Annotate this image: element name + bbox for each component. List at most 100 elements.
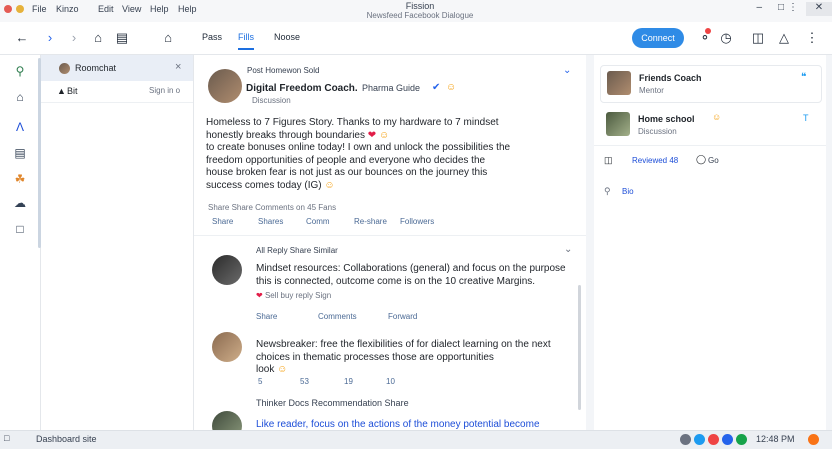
- folder-icon[interactable]: ▤: [114, 30, 130, 46]
- row-meta: Sign in o: [149, 86, 181, 95]
- post-action-reshare[interactable]: Re-share: [354, 217, 387, 226]
- emoji-icon: ☺: [712, 112, 722, 122]
- comment2-action-1[interactable]: 5: [258, 377, 262, 386]
- bio-link[interactable]: Bio: [622, 187, 634, 196]
- tab-fills[interactable]: Fills: [238, 32, 254, 50]
- feed-scrollbar[interactable]: [578, 285, 581, 410]
- post-author-avatar[interactable]: [208, 69, 242, 103]
- row-label: Bit: [67, 86, 78, 96]
- peak-icon[interactable]: Λ: [12, 119, 28, 135]
- settings-tray-icon[interactable]: [680, 434, 691, 445]
- status-text: Dashboard site: [36, 434, 97, 444]
- alert-icon[interactable]: △: [776, 30, 792, 46]
- window-title-sub: Newsfeed Facebook Dialogue: [366, 11, 474, 20]
- comment2-action-4[interactable]: 10: [386, 377, 395, 386]
- menu-help-2[interactable]: Help: [178, 4, 197, 14]
- comment2-action-3[interactable]: 19: [344, 377, 353, 386]
- comment1-action-forward[interactable]: Forward: [388, 312, 417, 321]
- menu-view[interactable]: View: [122, 4, 141, 14]
- chat-header[interactable]: Roomchat ×: [41, 55, 193, 81]
- toolbar: ← › › ⌂ ▤ ⌂ Pass Fills Noose Connect ⚬ ◷…: [0, 22, 832, 55]
- maximize-icon[interactable]: □: [778, 2, 784, 13]
- clock-text: 12:48 PM: [756, 434, 795, 444]
- mail-tray-icon[interactable]: [722, 434, 733, 445]
- divider: [594, 145, 826, 146]
- contact-card[interactable]: Friends Coach Mentor ❝: [600, 65, 822, 103]
- network-tray-icon[interactable]: [694, 434, 705, 445]
- minimize-icon[interactable]: –: [756, 2, 762, 13]
- comment3-header: Thinker Docs Recommendation Share: [256, 398, 409, 408]
- post-line: honestly breaks through boundaries ❤ ☺: [206, 129, 390, 141]
- tab-pass[interactable]: Pass: [202, 32, 222, 42]
- post-line: to create bonuses online today! I own an…: [206, 142, 511, 153]
- post-time: Discussion: [252, 96, 291, 105]
- tab-noose[interactable]: Noose: [274, 32, 300, 42]
- app-tray-icon[interactable]: [708, 434, 719, 445]
- verified-icon: ✔: [432, 82, 441, 93]
- comment1-avatar[interactable]: [212, 255, 242, 285]
- sidebar-scrollbar[interactable]: [38, 58, 41, 248]
- avatar: [607, 71, 631, 95]
- chat-tray-icon[interactable]: [736, 434, 747, 445]
- warning-tray-icon[interactable]: [808, 434, 819, 445]
- cloud-icon[interactable]: ☁: [12, 195, 28, 211]
- save-icon[interactable]: ◫: [750, 30, 766, 46]
- contact-card[interactable]: Home school ☺ Discussion T: [600, 107, 820, 143]
- post-action-comm[interactable]: Comm: [306, 217, 330, 226]
- menu-help[interactable]: Help: [150, 4, 169, 14]
- tag-icon[interactable]: T: [803, 113, 809, 123]
- comment1-header: All Reply Share Similar: [256, 246, 338, 255]
- contact-name: Friends Coach: [639, 73, 702, 83]
- home-rail-icon[interactable]: ⌂: [12, 89, 28, 105]
- comment-line: Mindset resources: Collaborations (gener…: [256, 263, 566, 274]
- chat-title: Roomchat: [75, 63, 117, 73]
- notification-badge: [705, 28, 711, 34]
- post-action-share[interactable]: Share: [212, 217, 233, 226]
- stats-label-2[interactable]: Go: [708, 156, 719, 165]
- clock-icon[interactable]: ◷: [718, 30, 734, 46]
- chevron-down-icon[interactable]: ⌄: [563, 65, 571, 76]
- post-body: Homeless to 7 Figures Story. Thanks to m…: [206, 117, 576, 192]
- forward-arrow-icon[interactable]: ›: [42, 30, 58, 46]
- connect-button[interactable]: Connect: [632, 28, 684, 48]
- apps-icon[interactable]: ☘: [12, 171, 28, 187]
- comment2-body: Newsbreaker: free the flexibilities of f…: [256, 339, 576, 377]
- post-meta: Share Share Comments on 45 Fans: [208, 203, 337, 212]
- post-action-followers[interactable]: Followers: [400, 217, 434, 226]
- bird-icon[interactable]: ❝: [801, 72, 806, 83]
- comment1-body: Mindset resources: Collaborations (gener…: [256, 263, 576, 303]
- house-icon[interactable]: ⌂: [160, 30, 176, 46]
- left-rail: ⚲ ⌂ Λ ▤ ☘ ☁ □: [0, 55, 41, 430]
- post-action-shares[interactable]: Shares: [258, 217, 283, 226]
- sidebar-row[interactable]: ▲ Bit Sign in o: [41, 82, 193, 102]
- menu-file[interactable]: File: [32, 4, 47, 14]
- menu-kinzo[interactable]: Kinzo: [56, 4, 79, 14]
- minimize-dot-icon[interactable]: [16, 5, 24, 13]
- search-icon[interactable]: ⚲: [12, 63, 28, 79]
- comment-line: look ☺: [256, 364, 288, 375]
- close-window-icon[interactable]: ✕: [806, 2, 832, 16]
- home-icon[interactable]: ⌂: [90, 30, 106, 46]
- comment1-action-comments[interactable]: Comments: [318, 312, 357, 321]
- document-icon[interactable]: ▤: [12, 145, 28, 161]
- menu-icon[interactable]: ⋮: [804, 30, 820, 46]
- window-icon[interactable]: □: [12, 221, 28, 237]
- pin-icon: ▲: [57, 86, 66, 96]
- comment2-action-2[interactable]: 53: [300, 377, 309, 386]
- contact-sub: Discussion: [638, 127, 677, 136]
- close-chat-icon[interactable]: ×: [175, 61, 181, 73]
- chevron-down-icon[interactable]: ⌄: [564, 244, 572, 255]
- post-author[interactable]: Digital Freedom Coach.: [246, 83, 358, 94]
- stats-label[interactable]: Reviewed 48: [632, 156, 678, 165]
- title-bar: File Kinzo Edit View Help Help Fission N…: [0, 0, 832, 23]
- forward-disabled-icon[interactable]: ›: [66, 30, 82, 46]
- back-arrow-icon[interactable]: ←: [14, 30, 30, 46]
- menu-edit[interactable]: Edit: [98, 4, 114, 14]
- comment1-action-share[interactable]: Share: [256, 312, 277, 321]
- contact-name: Home school: [638, 114, 695, 124]
- close-dot-icon[interactable]: [4, 5, 12, 13]
- comment2-avatar[interactable]: [212, 332, 242, 362]
- smile-emoji-icon: ☺: [446, 82, 457, 93]
- more-icon[interactable]: ⋮: [788, 2, 798, 13]
- feed: Post Homewon Sold Digital Freedom Coach.…: [194, 55, 586, 441]
